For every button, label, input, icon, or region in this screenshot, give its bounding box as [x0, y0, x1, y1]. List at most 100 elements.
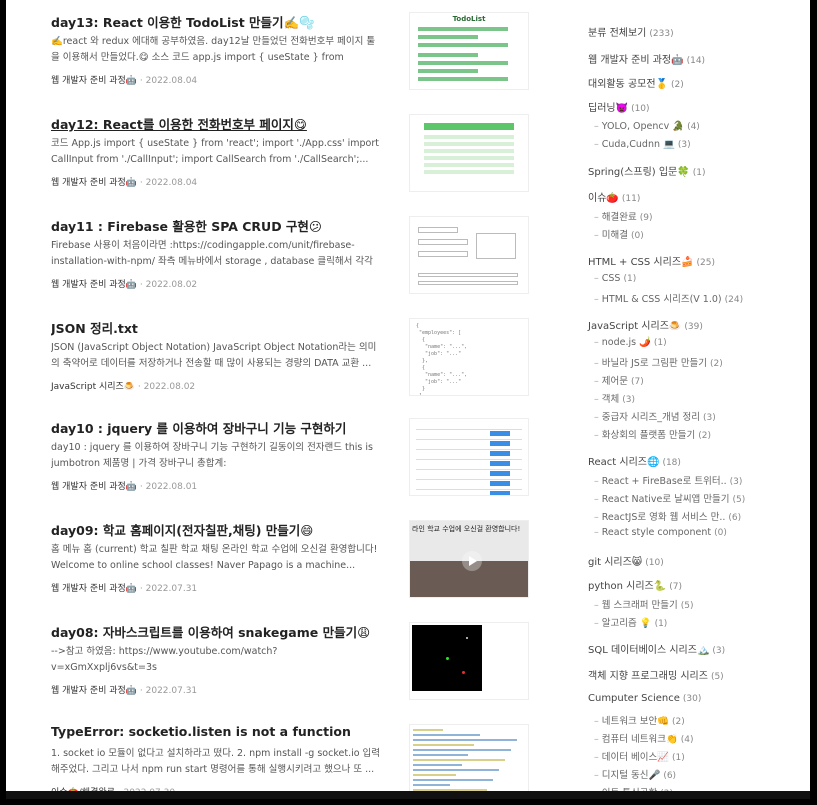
subcategory-item[interactable]: – 해결완료 (9): [594, 209, 652, 223]
post-summary: day10 : jquery 를 이용하여 장바구니 기능 구현하기 길동이의 …: [51, 442, 373, 469]
category-item[interactable]: 딥러닝👿 (10): [588, 99, 650, 114]
subcategory-item[interactable]: – React Native로 날씨앱 만들기 (5): [594, 491, 745, 505]
category-item[interactable]: 이슈🍅 (11): [588, 189, 640, 204]
post-title[interactable]: day10 : jquery 를 이용하여 장바구니 기능 구현하기: [51, 418, 381, 437]
category-count: (14): [686, 56, 706, 66]
post-thumbnail[interactable]: [409, 724, 529, 799]
post-category[interactable]: JavaScript 시리즈🍮: [51, 382, 135, 392]
category-count: (0): [714, 528, 727, 538]
post-item[interactable]: JSON 정리.txt JSON (JavaScript Object Notat…: [51, 318, 541, 398]
category-label: 중급자 시리즈_개념 정리: [601, 412, 700, 423]
thumbnail-field: [418, 251, 468, 257]
category-item[interactable]: Cumputer Science (30): [588, 693, 701, 704]
subcategory-item[interactable]: – 제어문 (7): [594, 373, 644, 387]
post-title[interactable]: day13: React 이용한 TodoList 만들기✍️🫧: [51, 12, 381, 31]
post-thumbnail[interactable]: 라인 학교 수업에 오신걸 환영합니다!: [409, 520, 529, 598]
post-summary: 홈 메뉴 홈 (current) 학교 칠판 학교 채팅 온라인 학교 수업에 …: [51, 544, 378, 571]
thumbnail-button: [490, 431, 510, 436]
thumbnail-row: [416, 479, 522, 480]
category-item[interactable]: 웹 개발자 준비 과정🤖 (14): [588, 51, 705, 66]
play-icon[interactable]: [462, 551, 482, 571]
category-item[interactable]: 대외활동 공모전🥇 (2): [588, 75, 684, 90]
post-meta: 웹 개발자 준비 과정🤖 · 2022.08.04: [51, 175, 381, 188]
dash-icon: –: [594, 527, 599, 538]
subcategory-item[interactable]: – 알고리즘 💡 (1): [594, 615, 667, 629]
category-item[interactable]: python 시리즈🐍 (7): [588, 577, 682, 592]
subcategory-item[interactable]: – YOLO, Opencv 🐊 (4): [594, 121, 700, 132]
post-title[interactable]: day12: React를 이용한 전화번호부 페이지😋: [51, 114, 381, 133]
category-label: HTML + CSS 시리즈🍰: [588, 257, 694, 268]
post-thumbnail[interactable]: TodoList: [409, 12, 529, 90]
post-thumbnail[interactable]: [409, 114, 529, 192]
category-all[interactable]: 분류 전체보기 (233): [588, 24, 674, 39]
post-category[interactable]: 웹 개발자 준비 과정🤖: [51, 280, 137, 290]
category-item[interactable]: Spring(스프링) 입문🍀 (1): [588, 163, 705, 178]
post-title[interactable]: JSON 정리.txt: [51, 318, 381, 337]
category-item[interactable]: git 시리즈😸 (10): [588, 553, 664, 568]
subcategory-item[interactable]: – 데이터 베이스📈 (1): [594, 749, 685, 763]
subcategory-item[interactable]: – 디지털 동신🎤 (6): [594, 767, 676, 781]
post-category[interactable]: 웹 개발자 준비 과정🤖: [51, 482, 137, 492]
category-item[interactable]: React 시리즈🌐 (18): [588, 453, 681, 468]
category-item[interactable]: HTML + CSS 시리즈🍰 (25): [588, 253, 715, 268]
post-title[interactable]: TypeError: socketio.listen is not a func…: [51, 724, 381, 739]
category-label: React + FireBase로 트위터..: [601, 476, 727, 487]
post-item[interactable]: day13: React 이용한 TodoList 만들기✍️🫧 ✍️react …: [51, 12, 541, 92]
meta-separator: ·: [135, 382, 144, 392]
dash-icon: –: [594, 430, 599, 441]
post-item[interactable]: day11 : Firebase 활용한 SPA CRUD 구현😕 Firebas…: [51, 216, 541, 296]
thumbnail-line: [418, 61, 508, 65]
thumbnail-code-line: [413, 729, 443, 731]
thumbnail-header: [424, 123, 514, 130]
subcategory-item[interactable]: – 컴퓨터 네트워크👏 (4): [594, 731, 694, 745]
category-item[interactable]: SQL 데이터베이스 시리즈🏔️ (3): [588, 641, 725, 656]
food-dot: [462, 671, 465, 674]
post-title[interactable]: day08: 자바스크립트를 이용하여 snakegame 만들기😩: [51, 622, 381, 641]
subcategory-item[interactable]: – ReactJS로 영화 웹 서비스 만.. (6): [594, 509, 741, 523]
meta-separator: ·: [137, 482, 146, 492]
subcategory-item[interactable]: – CSS (1): [594, 273, 636, 284]
post-date: 2022.07.31: [145, 686, 198, 696]
subcategory-item[interactable]: – React + FireBase로 트위터.. (3): [594, 473, 742, 487]
post-thumbnail[interactable]: { "employees": [ { "name": "...", "job":…: [409, 318, 529, 396]
category-item[interactable]: 객체 지향 프로그래밍 시리즈 (5): [588, 667, 724, 682]
post-summary: 1. socket io 모듈이 없다고 설치하라고 떴다. 2. npm in…: [51, 748, 381, 775]
subcategory-item[interactable]: – 화상회의 플랫폼 만들기 (2): [594, 427, 711, 441]
post-item[interactable]: TypeError: socketio.listen is not a func…: [51, 724, 541, 799]
subcategory-item[interactable]: – 객체 (3): [594, 391, 635, 405]
post-thumbnail[interactable]: [409, 418, 529, 496]
post-summary: -->참고 하였음: https://www.youtube.com/watch…: [51, 646, 278, 673]
category-item[interactable]: JavaScript 시리즈🍮 (39): [588, 317, 703, 332]
post-item[interactable]: day10 : jquery 를 이용하여 장바구니 기능 구현하기 day10 …: [51, 418, 541, 498]
subcategory-item[interactable]: – node.js 🌶️ (1): [594, 337, 667, 348]
category-label: 이슈🍅: [588, 193, 619, 204]
post-thumbnail[interactable]: [409, 216, 529, 294]
post-category[interactable]: 웹 개발자 준비 과정🤖: [51, 686, 137, 696]
post-category[interactable]: 웹 개발자 준비 과정🤖: [51, 178, 137, 188]
subcategory-item[interactable]: – 네트워크 보안👊 (2): [594, 713, 685, 727]
dash-icon: –: [594, 734, 599, 745]
post-item[interactable]: day09: 학교 홈페이지(전자칠판,채팅) 만들기😄 홈 메뉴 홈 (curr…: [51, 520, 541, 600]
post-meta: 웹 개발자 준비 과정🤖 · 2022.07.31: [51, 581, 381, 594]
category-count: (10): [631, 104, 650, 114]
subcategory-item[interactable]: – React style component (0): [594, 527, 727, 538]
dash-icon: –: [594, 376, 599, 387]
post-title[interactable]: day09: 학교 홈페이지(전자칠판,채팅) 만들기😄: [51, 520, 381, 539]
post-thumbnail[interactable]: [409, 622, 529, 700]
post-title[interactable]: day11 : Firebase 활용한 SPA CRUD 구현😕: [51, 216, 381, 235]
subcategory-item[interactable]: – 바닐라 JS로 그림판 만들기 (2): [594, 355, 723, 369]
category-count: (5): [710, 672, 724, 682]
post-item[interactable]: day12: React를 이용한 전화번호부 페이지😋 코드 App.js im…: [51, 114, 541, 194]
post-date: 2022.08.04: [145, 178, 198, 188]
subcategory-item[interactable]: – 중급자 시리즈_개념 정리 (3): [594, 409, 716, 423]
thumbnail-row: [424, 135, 514, 139]
subcategory-item[interactable]: – 웹 스크래퍼 만들기 (5): [594, 597, 693, 611]
post-item[interactable]: day08: 자바스크립트를 이용하여 snakegame 만들기😩 -->참고 …: [51, 622, 541, 702]
post-category[interactable]: 웹 개발자 준비 과정🤖: [51, 584, 137, 594]
subcategory-item[interactable]: – Cuda,Cudnn 💻 (3): [594, 139, 691, 150]
dash-icon: –: [594, 618, 599, 629]
category-label: 웹 개발자 준비 과정🤖: [588, 55, 684, 66]
subcategory-item[interactable]: – HTML & CSS 시리즈(V 1.0) (24): [594, 291, 743, 305]
subcategory-item[interactable]: – 미해결 (0): [594, 227, 644, 241]
post-category[interactable]: 웹 개발자 준비 과정🤖: [51, 76, 137, 86]
